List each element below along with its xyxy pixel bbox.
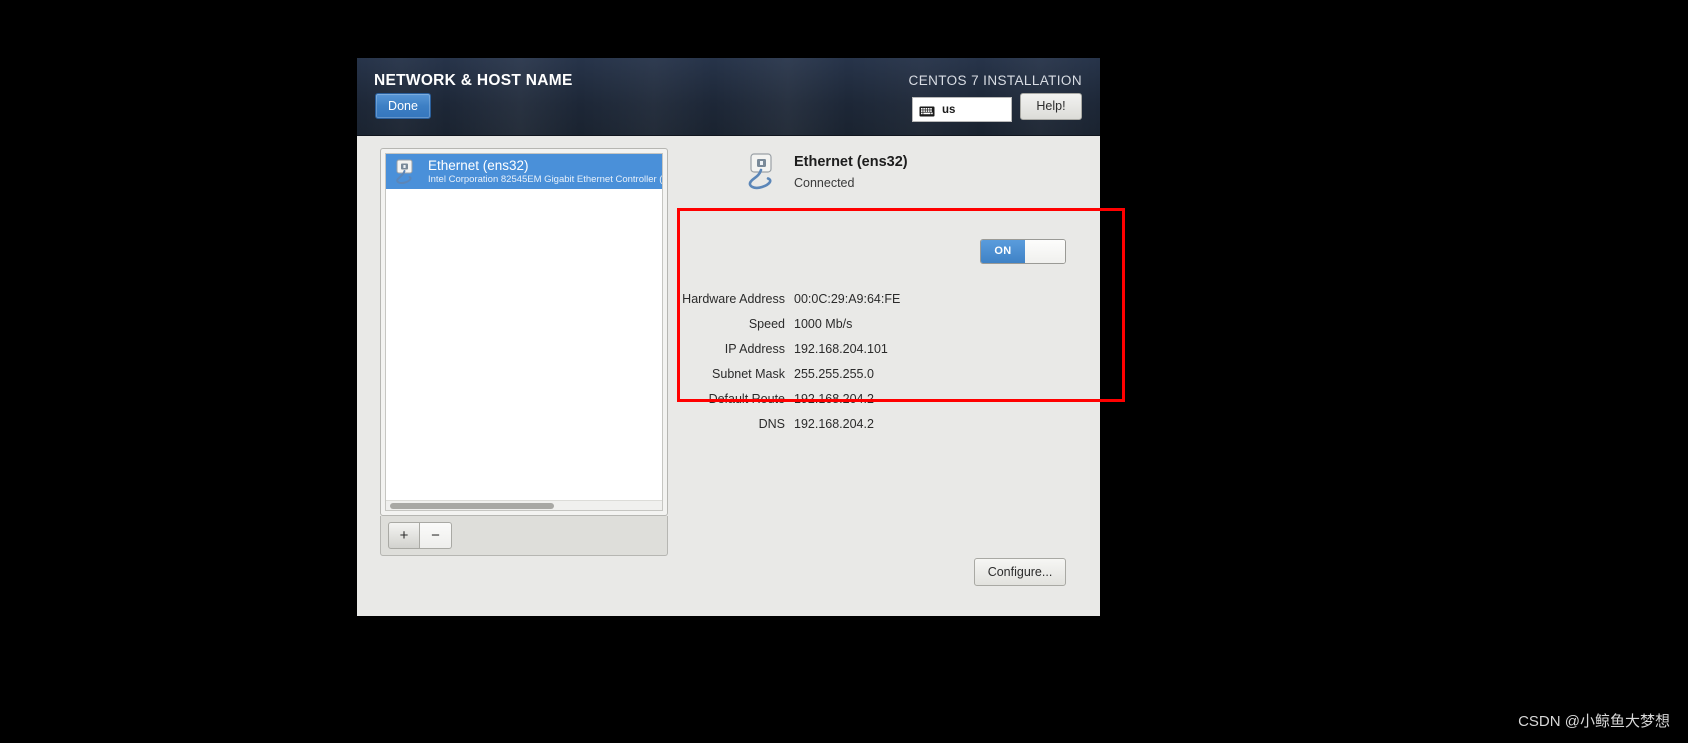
device-detail-status: Connected <box>794 176 855 190</box>
device-list-panel: Ethernet (ens32) Intel Corporation 82545… <box>380 148 668 516</box>
device-detail-title: Ethernet (ens32) <box>794 154 908 170</box>
table-row: Default Route 192.168.204.2 <box>682 386 1042 411</box>
row-label: DNS <box>758 416 785 431</box>
add-device-button[interactable]: + <box>388 522 420 549</box>
device-detail-header: Ethernet (ens32) Connected <box>745 150 1075 202</box>
row-value: 00:0C:29:A9:64:FE <box>794 291 901 306</box>
keyboard-layout-indicator[interactable]: us <box>912 97 1012 122</box>
watermark: CSDN @小鲸鱼大梦想 <box>1518 713 1670 730</box>
row-label: Hardware Address <box>682 291 785 306</box>
device-list-toolbar: + − <box>380 516 668 556</box>
installation-title: CENTOS 7 INSTALLATION <box>908 73 1082 88</box>
table-row: Hardware Address 00:0C:29:A9:64:FE <box>682 286 1042 311</box>
done-button[interactable]: Done <box>375 93 431 119</box>
table-row: Subnet Mask 255.255.255.0 <box>682 361 1042 386</box>
row-value: 192.168.204.2 <box>794 416 874 431</box>
network-power-toggle[interactable]: ON <box>980 239 1066 264</box>
keyboard-layout-label: us <box>942 103 956 116</box>
toggle-on-label[interactable]: ON <box>981 240 1025 263</box>
scrollbar-thumb[interactable] <box>390 503 554 509</box>
row-value: 192.168.204.101 <box>794 341 888 356</box>
list-item[interactable]: Ethernet (ens32) Intel Corporation 82545… <box>386 154 662 189</box>
installer-header: NETWORK & HOST NAME Done CENTOS 7 INSTAL… <box>357 58 1100 136</box>
row-label: Default Route <box>708 391 785 406</box>
installer-window: NETWORK & HOST NAME Done CENTOS 7 INSTAL… <box>357 58 1100 616</box>
keyboard-icon <box>919 104 935 117</box>
list-item-text: Ethernet (ens32) Intel Corporation 82545… <box>428 158 662 186</box>
list-item-name: Ethernet (ens32) <box>428 157 529 173</box>
horizontal-scrollbar[interactable] <box>386 500 662 510</box>
device-list[interactable]: Ethernet (ens32) Intel Corporation 82545… <box>385 153 663 511</box>
row-label: Subnet Mask <box>712 366 785 381</box>
table-row: IP Address 192.168.204.101 <box>682 336 1042 361</box>
device-detail-table: Hardware Address 00:0C:29:A9:64:FE Speed… <box>682 286 1042 436</box>
row-value: 192.168.204.2 <box>794 391 874 406</box>
toggle-off-track[interactable] <box>1025 240 1065 263</box>
page-title: NETWORK & HOST NAME <box>374 72 573 89</box>
installer-body: Ethernet (ens32) Intel Corporation 82545… <box>357 136 1100 616</box>
wired-network-icon <box>393 157 423 187</box>
help-button[interactable]: Help! <box>1020 93 1082 120</box>
row-label: IP Address <box>724 341 785 356</box>
hostname-row: Host name: localhost.localdomain Apply C… <box>357 614 1100 616</box>
configure-button[interactable]: Configure... <box>974 558 1066 586</box>
table-row: DNS 192.168.204.2 <box>682 411 1042 436</box>
remove-device-button[interactable]: − <box>420 522 452 549</box>
row-value: 255.255.255.0 <box>794 366 874 381</box>
screen: NETWORK & HOST NAME Done CENTOS 7 INSTAL… <box>0 0 1688 743</box>
wired-network-icon <box>745 152 785 194</box>
row-value: 1000 Mb/s <box>794 316 853 331</box>
list-item-description: Intel Corporation 82545EM Gigabit Ethern… <box>428 173 662 185</box>
table-row: Speed 1000 Mb/s <box>682 311 1042 336</box>
row-label: Speed <box>748 316 785 331</box>
